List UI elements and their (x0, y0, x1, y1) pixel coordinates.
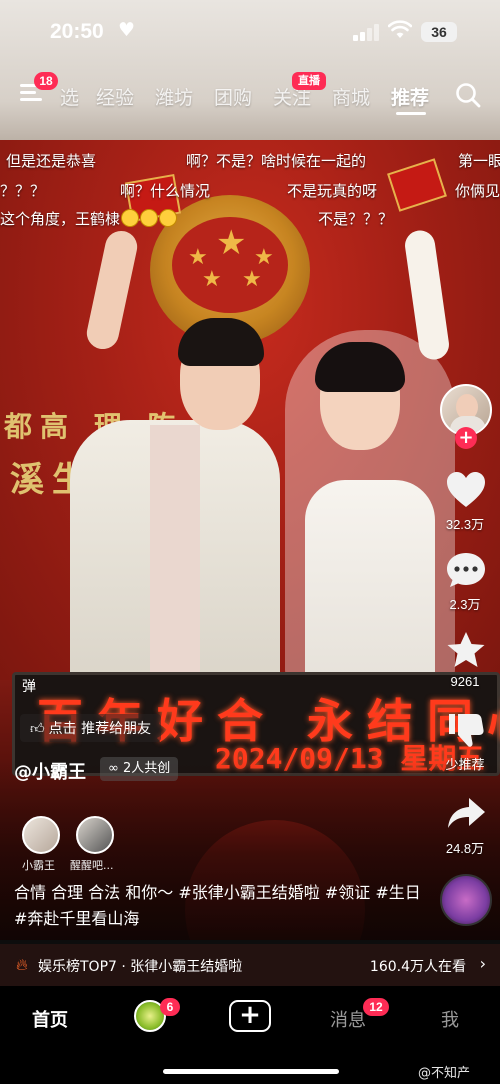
danmaku-comment: 这个角度，王鹤棣 (0, 208, 178, 229)
battery-indicator: 36 (421, 22, 457, 42)
clock: 20:50 (50, 20, 104, 43)
active-tab-indicator (396, 112, 426, 115)
trending-topic: 娱乐榜TOP7 · 张律小霸王结婚啦 (38, 959, 243, 975)
messages-badge: 12 (363, 998, 389, 1016)
favorite-star-icon[interactable] (445, 630, 487, 670)
groom (70, 300, 280, 710)
not-interested-label: 少推荐 (445, 757, 485, 772)
tab-group-buy[interactable]: 团购 (214, 83, 252, 110)
danmaku-comment: 不是？？？ (318, 210, 394, 228)
danmaku-comment: 但是还是恭喜 (6, 152, 97, 170)
nav-home[interactable]: 首页 (32, 1006, 68, 1032)
tab-experience[interactable]: 经验 (96, 83, 134, 110)
like-count: 32.3万 (445, 517, 485, 532)
share-arrow-icon[interactable] (445, 794, 487, 834)
top-tabs: 18 选 经验 潍坊 团购 关注 直播 商城 推荐 (0, 66, 500, 122)
co-creator-name: 小霸王 (22, 859, 55, 872)
recommend-label: 点击 推荐给朋友 (48, 721, 152, 737)
danmaku-comment: 啊？什么情况 (120, 182, 211, 200)
friends-badge: 6 (160, 998, 180, 1016)
menu-badge: 18 (34, 72, 58, 90)
follow-button[interactable]: + (455, 427, 477, 449)
cocreate-badge[interactable]: ∞ 2人共创 (100, 757, 179, 781)
danmaku-toggle[interactable]: 弹 (22, 676, 36, 696)
danmaku-comment: 你俩见 (455, 182, 500, 200)
bride (265, 320, 465, 700)
create-post-button[interactable]: + (229, 1000, 271, 1032)
tab-mall[interactable]: 商城 (332, 83, 370, 110)
smile-emoji-icon (121, 209, 140, 227)
watching-count: 160.4万人在看 (369, 959, 466, 975)
signal-icon (353, 24, 381, 41)
wifi-icon (388, 20, 412, 38)
video-caption[interactable]: 合情 合理 合法 和你～ #张律小霸王结婚啦 #领证 #生日 #奔赴千里看山海 (14, 880, 424, 932)
status-bar: 20:50 ♥ 36 (0, 0, 500, 66)
comment-icon[interactable] (445, 550, 487, 590)
author-name[interactable]: @小霸王 (14, 758, 86, 784)
danmaku-text: 这个角度，王鹤棣 (0, 210, 121, 228)
heart-icon: ♥ (118, 19, 136, 41)
like-heart-icon[interactable] (445, 470, 487, 510)
smile-emoji-icon (159, 209, 178, 227)
link-icon: ∞ (108, 761, 119, 776)
share-count: 24.8万 (445, 841, 485, 856)
co-creator-avatar[interactable] (22, 816, 60, 854)
smile-emoji-icon (140, 209, 159, 227)
comment-count: 2.3万 (449, 597, 481, 612)
tab-selected[interactable]: 选 (60, 83, 79, 110)
music-disc[interactable] (440, 874, 492, 926)
video-player[interactable]: ★ ★ ★ ★ ★ 都高 理 陈 溪生 处 百年好合 永结同心 2024/09/… (0, 0, 500, 940)
fire-icon: 🔥︎ (16, 955, 28, 974)
search-icon[interactable] (455, 82, 481, 108)
favorite-count: 9261 (450, 674, 480, 689)
star-icon: ★ (242, 267, 262, 292)
star-icon: ★ (216, 223, 247, 263)
co-creator-name: 醒醒吧... (70, 859, 114, 872)
tab-weifang[interactable]: 潍坊 (155, 83, 193, 110)
star-icon: ★ (202, 267, 222, 292)
nav-me[interactable]: 我 (441, 1006, 459, 1032)
chevron-right-icon: › (479, 954, 486, 973)
home-indicator[interactable] (163, 1069, 339, 1074)
watermark: @不知产 (418, 1066, 471, 1081)
danmaku-comment: 啊？不是？啥时候在一起的 (186, 152, 367, 170)
thumbs-up-icon: 👍︎ (30, 720, 45, 737)
danmaku-comment: ？？？ (0, 182, 46, 200)
nav-messages[interactable]: 消息 (330, 1006, 366, 1032)
danmaku-comment: 第一眼 (458, 152, 500, 170)
live-badge: 直播 (292, 72, 326, 90)
co-creator-avatar[interactable] (76, 816, 114, 854)
recommend-to-friend-button[interactable]: 👍︎ 点击 推荐给朋友 (20, 714, 162, 742)
trending-bar[interactable]: 🔥︎ 娱乐榜TOP7 · 张律小霸王结婚啦 160.4万人在看 › (0, 944, 500, 986)
tab-recommend[interactable]: 推荐 (391, 83, 429, 110)
thumbs-down-icon[interactable] (445, 710, 487, 750)
danmaku-comment: 不是玩真的呀 (287, 182, 378, 200)
